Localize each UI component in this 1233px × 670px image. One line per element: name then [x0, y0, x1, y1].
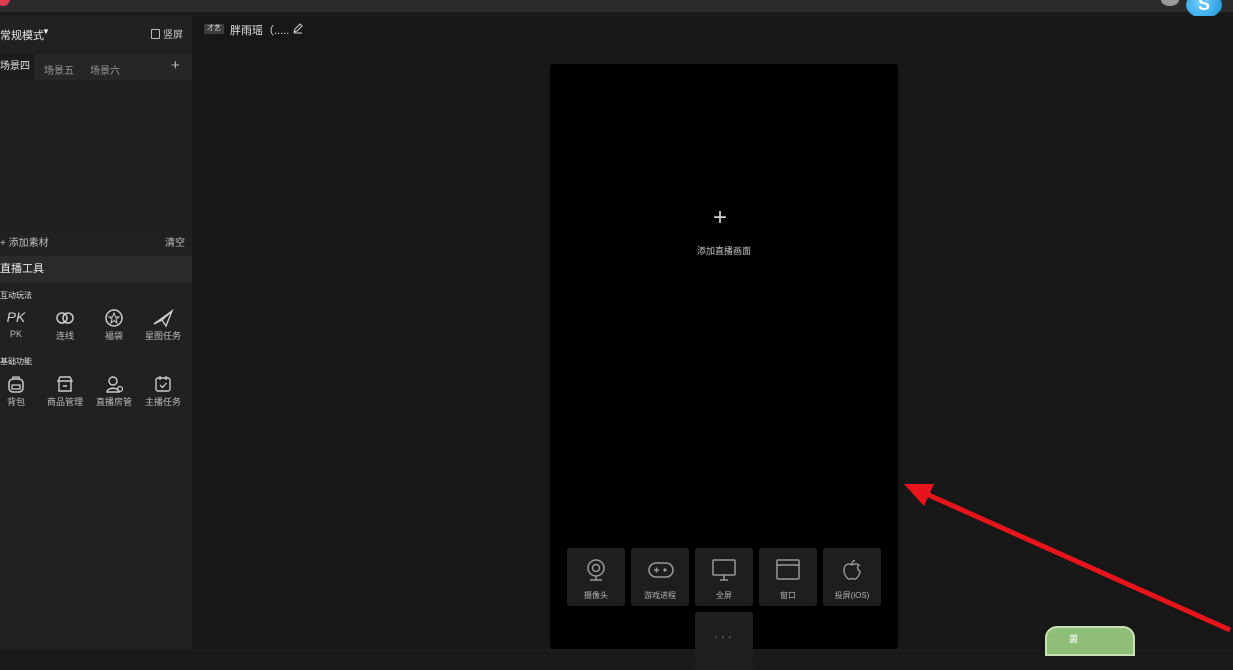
- vertical-screen-button[interactable]: 竖屏: [151, 26, 183, 41]
- vertical-screen-label: 竖屏: [163, 30, 183, 41]
- add-material-button[interactable]: + 添加素材: [0, 234, 49, 249]
- live-preview-canvas[interactable]: + 添加直播画面 摄像头 游戏进程 全屏 窗口 投屏(iOS) ···: [550, 64, 898, 670]
- tool-pk[interactable]: PK PK: [0, 308, 38, 339]
- source-camera-button[interactable]: 摄像头: [567, 548, 625, 606]
- source-game-label: 游戏进程: [644, 591, 676, 600]
- tool-star-task[interactable]: 星图任务: [141, 308, 185, 342]
- gamepad-icon: [648, 562, 674, 578]
- monitor-icon: [712, 559, 736, 581]
- source-fullscreen-label: 全屏: [716, 591, 732, 600]
- paper-plane-icon: [153, 309, 174, 328]
- tab-scene-5[interactable]: 场景五: [44, 62, 74, 77]
- mode-row: 常规模式 ▼ 竖屏: [0, 26, 192, 44]
- source-fullscreen-button[interactable]: 全屏: [695, 548, 753, 606]
- tab-scene-6[interactable]: 场景六: [90, 62, 120, 77]
- clear-button[interactable]: 清空: [165, 234, 185, 249]
- scene-material-list: [0, 80, 192, 232]
- mode-selector[interactable]: 常规模式: [0, 27, 44, 43]
- material-row: + 添加素材 清空: [0, 232, 192, 252]
- window-icon: [776, 559, 800, 580]
- main-area: 才艺 胖雨瑶（..... + 添加直播画面 摄像头 游戏进程 全屏 窗口 投屏(…: [192, 16, 1233, 670]
- room-admin-icon: [106, 376, 124, 393]
- tool-product-manage[interactable]: 商品管理: [43, 374, 87, 408]
- tool-backpack[interactable]: 背包: [0, 374, 38, 408]
- backpack-icon: [8, 376, 24, 393]
- group-title-interactive: 互动玩法: [0, 291, 32, 300]
- source-window-button[interactable]: 窗口: [759, 548, 817, 606]
- tool-lucky-bag[interactable]: 福袋: [92, 308, 136, 342]
- lucky-bag-icon: [105, 309, 123, 327]
- tool-product-manage-label: 商品管理: [46, 397, 83, 407]
- tool-pk-label: PK: [9, 329, 22, 339]
- add-scene-plus-icon[interactable]: +: [171, 57, 180, 74]
- source-window-label: 窗口: [780, 591, 796, 600]
- scene-tabs: 场景四 场景五 场景六 +: [0, 54, 192, 80]
- source-ios-cast-button[interactable]: 投屏(iOS): [823, 548, 881, 606]
- source-camera-label: 摄像头: [584, 591, 608, 600]
- source-ios-cast-label: 投屏(iOS): [834, 591, 870, 600]
- tool-anchor-task-label: 主播任务: [144, 397, 181, 407]
- more-dots-icon: ···: [714, 628, 734, 644]
- tool-anchor-task[interactable]: 主播任务: [141, 374, 185, 408]
- avatar[interactable]: [1161, 0, 1179, 6]
- floating-green-widget[interactable]: 菌: [1045, 626, 1135, 656]
- caret-down-icon[interactable]: ▼: [42, 27, 50, 36]
- add-scene-plus-icon[interactable]: +: [713, 204, 727, 232]
- group-title-basic: 基础功能: [0, 357, 32, 366]
- live-tools-title: 直播工具: [0, 256, 192, 282]
- tool-room-admin[interactable]: 直播房管: [92, 374, 136, 408]
- app-logo-icon: [0, 0, 10, 6]
- left-panel: 常规模式 ▼ 竖屏 场景四 场景五 场景六 + + 添加素材 清空 直播工具 互…: [0, 16, 192, 649]
- tab-scene-4[interactable]: 场景四: [0, 54, 34, 80]
- tool-link-label: 连线: [55, 331, 74, 341]
- vertical-screen-icon: [151, 28, 160, 39]
- tool-lucky-bag-label: 福袋: [104, 331, 123, 341]
- tool-link[interactable]: 连线: [43, 308, 87, 342]
- tool-backpack-label: 背包: [6, 397, 25, 407]
- store-icon: [56, 376, 74, 392]
- camera-icon: [587, 559, 605, 581]
- source-game-button[interactable]: 游戏进程: [631, 548, 689, 606]
- tool-room-admin-label: 直播房管: [95, 397, 132, 407]
- anchor-category-badge: 才艺: [204, 24, 224, 34]
- anchor-name: 胖雨瑶（.....: [230, 25, 290, 37]
- edit-pencil-icon[interactable]: [292, 22, 304, 34]
- green-widget-label: 菌: [1069, 634, 1079, 644]
- apple-icon: [843, 559, 861, 580]
- add-live-scene-label[interactable]: 添加直播画面: [550, 244, 898, 257]
- more-sources-button[interactable]: ···: [695, 612, 753, 670]
- calendar-check-icon: [155, 376, 171, 392]
- pk-icon: PK: [6, 309, 26, 325]
- top-bar: S: [0, 0, 1233, 18]
- link-icon: [56, 312, 74, 324]
- tool-star-task-label: 星图任务: [144, 331, 181, 341]
